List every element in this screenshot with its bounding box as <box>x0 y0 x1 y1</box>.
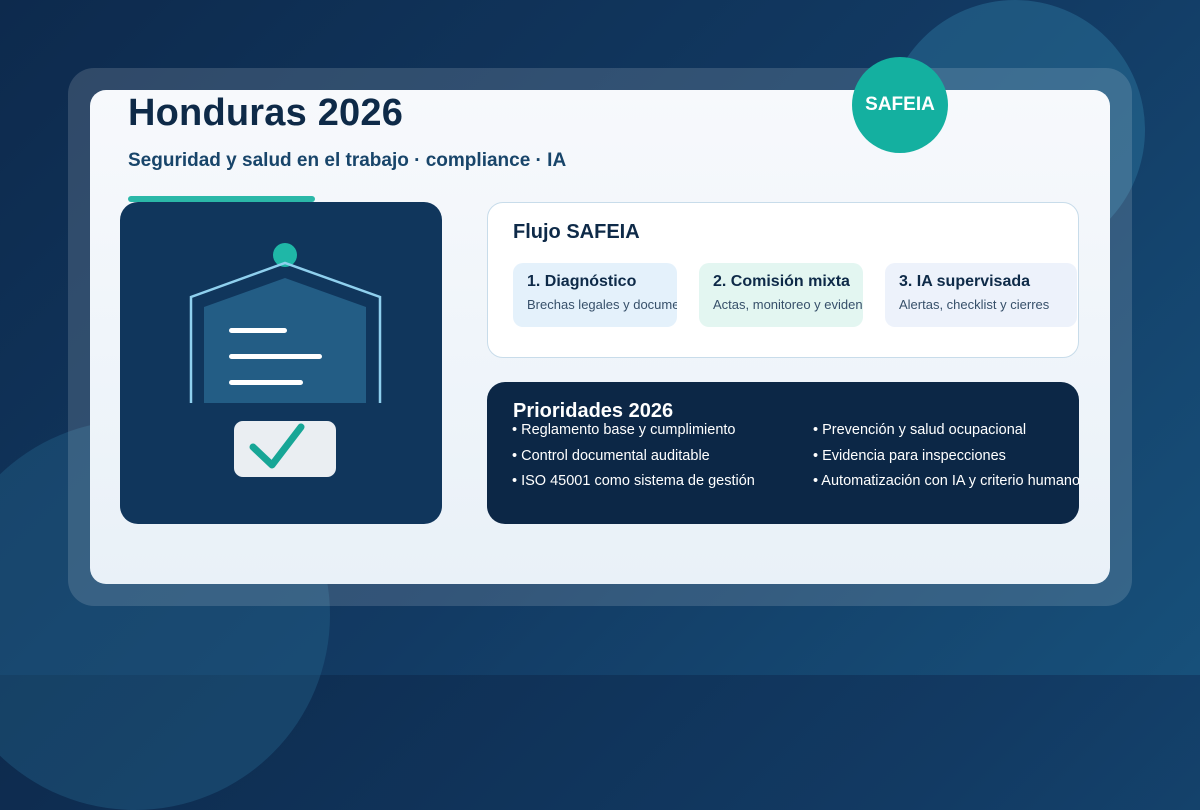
check-icon <box>234 421 336 477</box>
flow-title: Flujo SAFEIA <box>513 221 640 243</box>
step-title: 2. Comisión mixta <box>713 273 850 290</box>
page-title: Honduras 2026 <box>128 92 404 134</box>
illustration-panel <box>120 202 442 524</box>
step-description: Actas, monitoreo y evidencia <box>713 297 863 312</box>
priority-item: • Automatización con IA y criterio human… <box>813 473 1079 489</box>
step-title: 3. IA supervisada <box>899 273 1031 290</box>
priority-item: • Control documental auditable <box>512 448 710 464</box>
step-description: Brechas legales y documentales <box>527 297 677 312</box>
brand-badge-label: SAFEIA <box>865 94 935 115</box>
step-description: Alertas, checklist y cierres <box>899 297 1050 312</box>
priorities-panel: Prioridades 2026 • Reglamento base y cum… <box>487 382 1079 524</box>
priorities-title: Prioridades 2026 <box>513 400 674 422</box>
flow-panel: Flujo SAFEIA 1. Diagnóstico Brechas lega… <box>487 202 1079 358</box>
page-subtitle: Seguridad y salud en el trabajo · compli… <box>128 150 567 171</box>
priority-item: • Evidencia para inspecciones <box>813 448 1006 464</box>
flow-step-diagnostico: 1. Diagnóstico Brechas legales y documen… <box>513 263 677 327</box>
document-icon <box>189 243 382 477</box>
priority-item: • Reglamento base y cumplimiento <box>512 422 736 438</box>
flow-step-comision: 2. Comisión mixta Actas, monitoreo y evi… <box>699 263 863 327</box>
brand-badge: SAFEIA <box>852 57 948 153</box>
priority-item: • ISO 45001 como sistema de gestión <box>512 473 755 489</box>
step-title: 1. Diagnóstico <box>527 273 637 290</box>
priority-item: • Prevención y salud ocupacional <box>813 422 1027 438</box>
flow-step-ia: 3. IA supervisada Alertas, checklist y c… <box>885 263 1077 327</box>
